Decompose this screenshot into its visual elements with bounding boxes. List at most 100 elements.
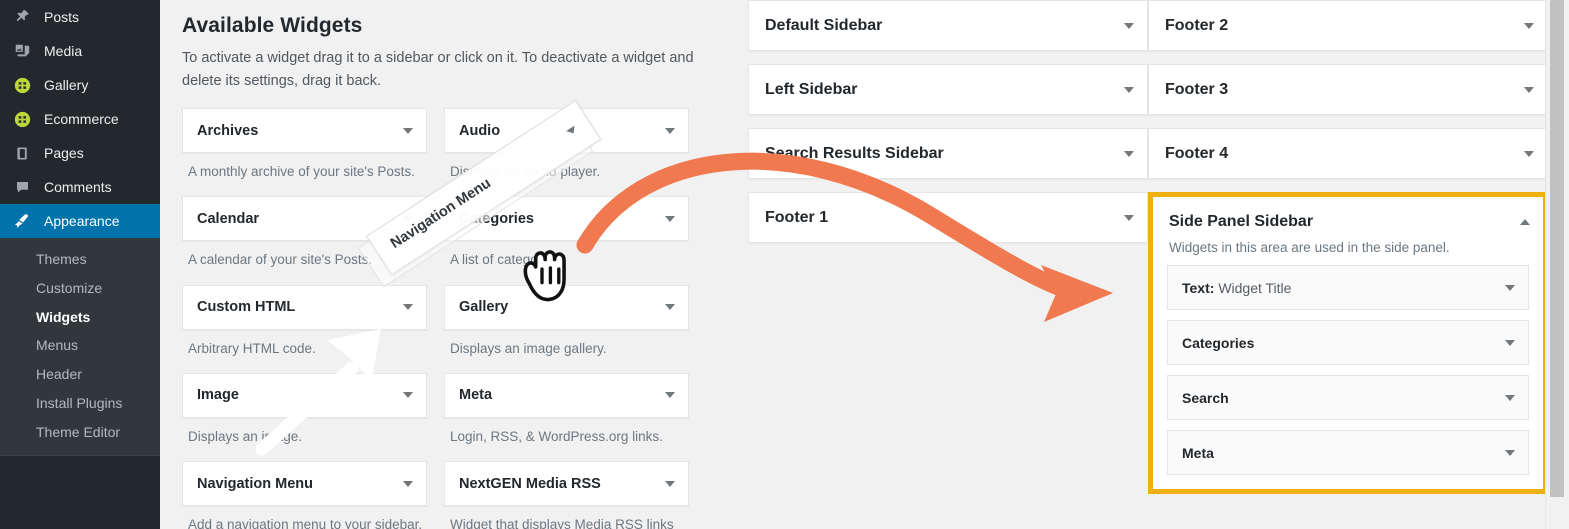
menu-label: Media — [44, 43, 83, 59]
chevron-down-icon[interactable] — [1505, 339, 1515, 346]
sidebar-area-title: Search Results Sidebar — [765, 144, 944, 162]
widget-cell: Gallery Displays an image gallery. — [444, 284, 689, 359]
menu-label: Appearance — [44, 213, 120, 229]
sidebar-area-left-sidebar[interactable]: Left Sidebar — [748, 64, 1148, 115]
widget-archives[interactable]: Archives — [182, 108, 427, 154]
chevron-down-icon[interactable] — [1124, 86, 1134, 93]
chevron-down-icon[interactable] — [1124, 150, 1134, 157]
widget-description: Displays an image gallery. — [450, 340, 607, 356]
pin-icon — [12, 7, 32, 27]
sidebar-areas-column-1: Default Sidebar Left Sidebar Search Resu… — [748, 0, 1148, 256]
chevron-down-icon[interactable] — [1124, 22, 1134, 29]
chevron-down-icon[interactable] — [1524, 150, 1534, 157]
menu-item-pages[interactable]: Pages — [0, 136, 160, 170]
widget-name: Image — [197, 387, 239, 404]
chevron-down-icon[interactable] — [1524, 86, 1534, 93]
assigned-widget-meta[interactable]: Meta — [1167, 430, 1529, 475]
sidebar-area-footer-4[interactable]: Footer 4 — [1148, 128, 1548, 179]
widget-name: Audio — [459, 122, 501, 139]
widget-gallery[interactable]: Gallery — [444, 284, 689, 330]
widget-description: Add a navigation menu to your sidebar. — [188, 517, 423, 529]
submenu-item-theme-editor[interactable]: Theme Editor — [0, 418, 160, 447]
chevron-down-icon[interactable] — [403, 127, 413, 134]
sidebar-area-side-panel-sidebar[interactable]: Side Panel Sidebar Widgets in this area … — [1153, 197, 1543, 489]
sidebar-area-search-results-sidebar[interactable]: Search Results Sidebar — [748, 128, 1148, 179]
widget-navigation-menu[interactable]: Navigation Menu — [182, 461, 427, 507]
sidebar-area-default-sidebar[interactable]: Default Sidebar — [748, 0, 1148, 51]
chevron-down-icon[interactable] — [665, 127, 675, 134]
sidebar-area-footer-1[interactable]: Footer 1 — [748, 192, 1148, 243]
page-title: Available Widgets — [182, 14, 363, 37]
widget-description: A list of categories. — [450, 252, 564, 268]
widget-name: Archives — [197, 122, 259, 139]
chevron-down-icon[interactable] — [1505, 284, 1515, 291]
page-scrollbar[interactable] — [1545, 0, 1569, 529]
chevron-down-icon[interactable] — [665, 304, 675, 311]
chevron-down-icon[interactable] — [403, 304, 413, 311]
sidebar-area-title: Footer 2 — [1165, 16, 1229, 34]
widget-cell: NextGEN Media RSS Widget that displays M… — [444, 461, 689, 529]
sidebar-area-title: Footer 3 — [1165, 80, 1229, 98]
chevron-down-icon[interactable] — [1124, 214, 1134, 221]
assigned-widget-text[interactable]: Text: Widget Title — [1167, 265, 1529, 310]
menu-item-appearance[interactable]: Appearance — [0, 204, 168, 238]
chevron-down-icon[interactable] — [403, 392, 413, 399]
assigned-widget-categories[interactable]: Categories — [1167, 320, 1529, 365]
chevron-down-icon[interactable] — [1505, 449, 1515, 456]
assigned-widget-search[interactable]: Search — [1167, 375, 1529, 420]
chevron-down-icon[interactable] — [665, 480, 675, 487]
sidebar-area-footer-3[interactable]: Footer 3 — [1148, 64, 1548, 115]
pages-icon — [12, 143, 32, 163]
widget-name: Meta — [459, 387, 493, 404]
assigned-widget-name: Search — [1182, 389, 1229, 406]
widget-name: Calendar — [197, 210, 260, 227]
submenu-item-themes[interactable]: Themes — [0, 245, 160, 274]
submenu-item-menus[interactable]: Menus — [0, 331, 160, 360]
widget-cell: Custom HTML Arbitrary HTML code. — [182, 284, 427, 359]
menu-item-ecommerce[interactable]: Ecommerce — [0, 102, 160, 136]
widget-description: A monthly archive of your site's Posts. — [188, 164, 415, 180]
submenu-item-header[interactable]: Header — [0, 360, 160, 389]
submenu-item-widgets[interactable]: Widgets — [0, 303, 160, 332]
chevron-up-icon[interactable] — [1520, 218, 1530, 225]
widget-cell: Archives A monthly archive of your site'… — [182, 108, 427, 182]
menu-label: Comments — [44, 179, 112, 195]
widget-nextgen-media-rss[interactable]: NextGEN Media RSS — [444, 461, 689, 507]
menu-label: Ecommerce — [44, 111, 119, 127]
chevron-down-icon[interactable] — [1524, 22, 1534, 29]
sidebar-filler — [0, 454, 160, 529]
scrollbar-thumb[interactable] — [1550, 0, 1564, 497]
menu-item-media[interactable]: Media — [0, 34, 160, 68]
admin-sidebar-menu: Posts Media Gallery Ecommerce Pages Comm… — [0, 0, 168, 529]
sidebar-area-title: Footer 1 — [765, 208, 829, 226]
sidebar-area-footer-2[interactable]: Footer 2 — [1148, 0, 1548, 51]
available-widgets-grid: Archives A monthly archive of your site'… — [182, 108, 718, 529]
widget-name: NextGEN Media RSS — [459, 475, 601, 492]
appearance-submenu: Themes Customize Widgets Menus Header In… — [0, 238, 160, 455]
widget-image[interactable]: Image — [182, 372, 427, 418]
menu-label: Gallery — [44, 77, 89, 93]
widget-name: Gallery — [459, 299, 509, 316]
chevron-down-icon[interactable] — [403, 480, 413, 487]
chevron-down-icon[interactable] — [1505, 394, 1515, 401]
comment-bubble-icon — [12, 177, 32, 197]
menu-item-comments[interactable]: Comments — [0, 170, 160, 204]
widget-description: Widget that displays Media RSS links for… — [450, 517, 674, 529]
gallery-grid-icon — [12, 109, 32, 129]
widget-cell: Image Displays an image. — [182, 372, 427, 447]
widget-description: Login, RSS, & WordPress.org links. — [450, 428, 663, 444]
widget-name: Custom HTML — [197, 299, 296, 316]
submenu-item-install-plugins[interactable]: Install Plugins — [0, 389, 160, 418]
chevron-down-icon[interactable] — [665, 392, 675, 399]
menu-label: Pages — [44, 145, 84, 161]
sidebar-area-title: Left Sidebar — [765, 80, 858, 98]
menu-item-gallery[interactable]: Gallery — [0, 68, 160, 102]
highlight-outline: Side Panel Sidebar Widgets in this area … — [1148, 192, 1548, 494]
widget-cell: Navigation Menu Add a navigation menu to… — [182, 461, 427, 529]
available-widgets-panel: Available Widgets To activate a widget d… — [182, 12, 718, 529]
widget-meta[interactable]: Meta — [444, 372, 689, 418]
submenu-item-customize[interactable]: Customize — [0, 274, 160, 303]
widget-custom-html[interactable]: Custom HTML — [182, 284, 427, 330]
chevron-down-icon[interactable] — [665, 215, 675, 222]
menu-item-posts[interactable]: Posts — [0, 0, 160, 34]
